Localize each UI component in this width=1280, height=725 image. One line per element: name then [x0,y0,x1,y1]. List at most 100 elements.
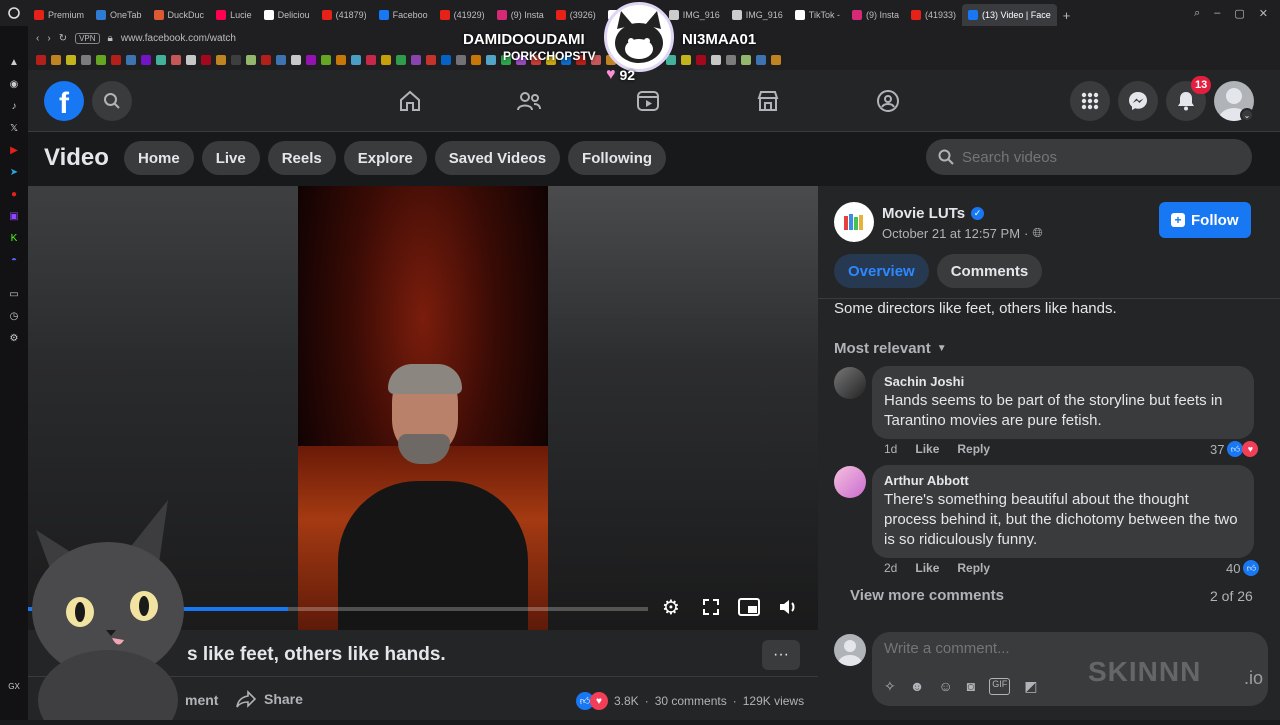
more-options-button[interactable]: ··· [762,640,800,670]
minimize-icon[interactable]: – [1214,7,1220,20]
bookmark-icon[interactable] [306,55,316,65]
comment-reactions[interactable]: 37 👍︎ ♥ [1210,441,1259,457]
bookmark-icon[interactable] [726,55,736,65]
comment-button[interactable]: ment [185,692,218,708]
opera-logo-icon[interactable] [0,7,28,19]
gif-icon[interactable]: GIF [989,678,1011,695]
bookmark-icon[interactable] [66,55,76,65]
youtube-music-icon[interactable]: ● [8,188,20,200]
browser-tab[interactable]: (9) Insta [846,4,905,26]
commenter-avatar[interactable] [834,367,866,399]
browser-tab[interactable]: (41933) [905,4,962,26]
new-tab-icon[interactable]: + [1057,4,1077,26]
page-avatar[interactable] [834,202,874,242]
comment-reactions[interactable]: 40 👍︎ [1226,560,1260,576]
video-nav-live[interactable]: Live [201,141,260,175]
browser-tab[interactable]: DuckDuc [148,4,211,26]
bookmark-icon[interactable] [141,55,151,65]
emoji-icon[interactable]: ☺ [938,678,952,695]
gx-icon[interactable]: GX [8,680,20,692]
comment-author[interactable]: Sachin Joshi [884,374,1242,389]
close-icon[interactable]: ✕ [1259,7,1268,20]
bookmark-icon[interactable] [246,55,256,65]
bookmark-icon[interactable] [51,55,61,65]
settings-icon[interactable]: ⚙ [8,332,20,344]
bookmark-icon[interactable] [186,55,196,65]
follow-button[interactable]: + Follow [1159,202,1251,238]
comment-like-button[interactable]: Like [915,561,939,575]
nav-marketplace-icon[interactable] [750,84,786,118]
bookmark-icon[interactable] [711,55,721,65]
nav-home-icon[interactable] [392,84,428,118]
forward-icon[interactable]: › [47,33,50,44]
bookmark-icon[interactable] [321,55,331,65]
browser-tab[interactable]: (13) Video | Face [962,4,1057,26]
chevron-down-icon[interactable]: ⌄ [1240,108,1254,122]
messenger-icon[interactable]: ◉ [8,78,20,90]
bookmark-icon[interactable] [231,55,241,65]
kick-icon[interactable]: K [8,232,20,244]
bookmark-icon[interactable] [441,55,451,65]
video-nav-following[interactable]: Following [568,141,667,175]
bookmark-icon[interactable] [381,55,391,65]
video-nav-reels[interactable]: Reels [267,141,336,175]
tab-comments[interactable]: Comments [936,254,1043,288]
share-button[interactable]: Share [236,690,303,708]
bookmark-icon[interactable] [171,55,181,65]
video-nav-explore[interactable]: Explore [343,141,427,175]
bookmark-icon[interactable] [216,55,226,65]
video-nav-saved-videos[interactable]: Saved Videos [434,141,561,175]
browser-tab[interactable]: TikTok - [789,4,846,26]
browser-tab[interactable]: Lucie [210,4,258,26]
youtube-icon[interactable]: ▶ [8,144,20,156]
url-field[interactable]: www.facebook.com/watch [121,33,236,44]
commenter-avatar[interactable] [834,466,866,498]
bookmark-icon[interactable] [486,55,496,65]
maximize-icon[interactable]: ▢ [1234,7,1244,20]
browser-tab[interactable]: IMG_916 [726,4,789,26]
bookmark-icon[interactable] [426,55,436,65]
bookmark-icon[interactable] [471,55,481,65]
telegram-icon[interactable]: ➤ [8,166,20,178]
camera-icon[interactable]: ◙ [967,678,975,695]
back-icon[interactable]: ‹ [36,33,39,44]
bookmark-icon[interactable] [456,55,466,65]
view-more-comments-link[interactable]: View more comments [850,587,1004,604]
comments-count[interactable]: 30 comments [655,694,727,708]
bookmark-icon[interactable] [261,55,271,65]
comment-reply-button[interactable]: Reply [957,561,990,575]
picture-in-picture-icon[interactable] [738,598,760,618]
nav-video-icon[interactable] [630,84,666,118]
nav-groups-icon[interactable] [870,84,906,118]
x-icon[interactable]: 𝕏 [8,122,20,134]
video-search-input[interactable] [962,148,1222,166]
bookmark-icon[interactable] [81,55,91,65]
avatar-sticker-icon[interactable]: ✧ [884,678,896,695]
bookmark-icon[interactable] [201,55,211,65]
browser-tab[interactable]: Deliciou [258,4,316,26]
browser-tab[interactable]: IMG_916 [663,4,726,26]
browser-tab[interactable]: (41929) [434,4,491,26]
bookmark-icon[interactable] [336,55,346,65]
vpn-badge[interactable]: VPN [75,32,100,44]
messenger-button[interactable] [1118,81,1158,121]
aria-icon[interactable]: ▲ [8,56,20,68]
comment-age[interactable]: 1d [884,442,897,456]
browser-tab[interactable]: OneTab [90,4,148,26]
settings-gear-icon[interactable]: ⚙ [662,598,682,618]
reactions-count[interactable]: 3.8K [614,694,639,708]
bookmark-icon[interactable] [351,55,361,65]
browser-tab[interactable]: (41879) [316,4,373,26]
tiktok-icon[interactable]: ♪ [8,100,20,112]
wallet-icon[interactable]: ▭ [8,288,20,300]
bookmark-icon[interactable] [696,55,706,65]
bookmark-icon[interactable] [276,55,286,65]
browser-tab[interactable]: Premium [28,4,90,26]
bookmark-icon[interactable] [396,55,406,65]
search-tabs-icon[interactable]: ⌕ [1194,7,1200,20]
browser-tab[interactable]: (3926) [550,4,602,26]
my-avatar[interactable] [834,634,866,666]
bookmark-icon[interactable] [411,55,421,65]
bookmark-icon[interactable] [756,55,766,65]
bookmark-icon[interactable] [111,55,121,65]
